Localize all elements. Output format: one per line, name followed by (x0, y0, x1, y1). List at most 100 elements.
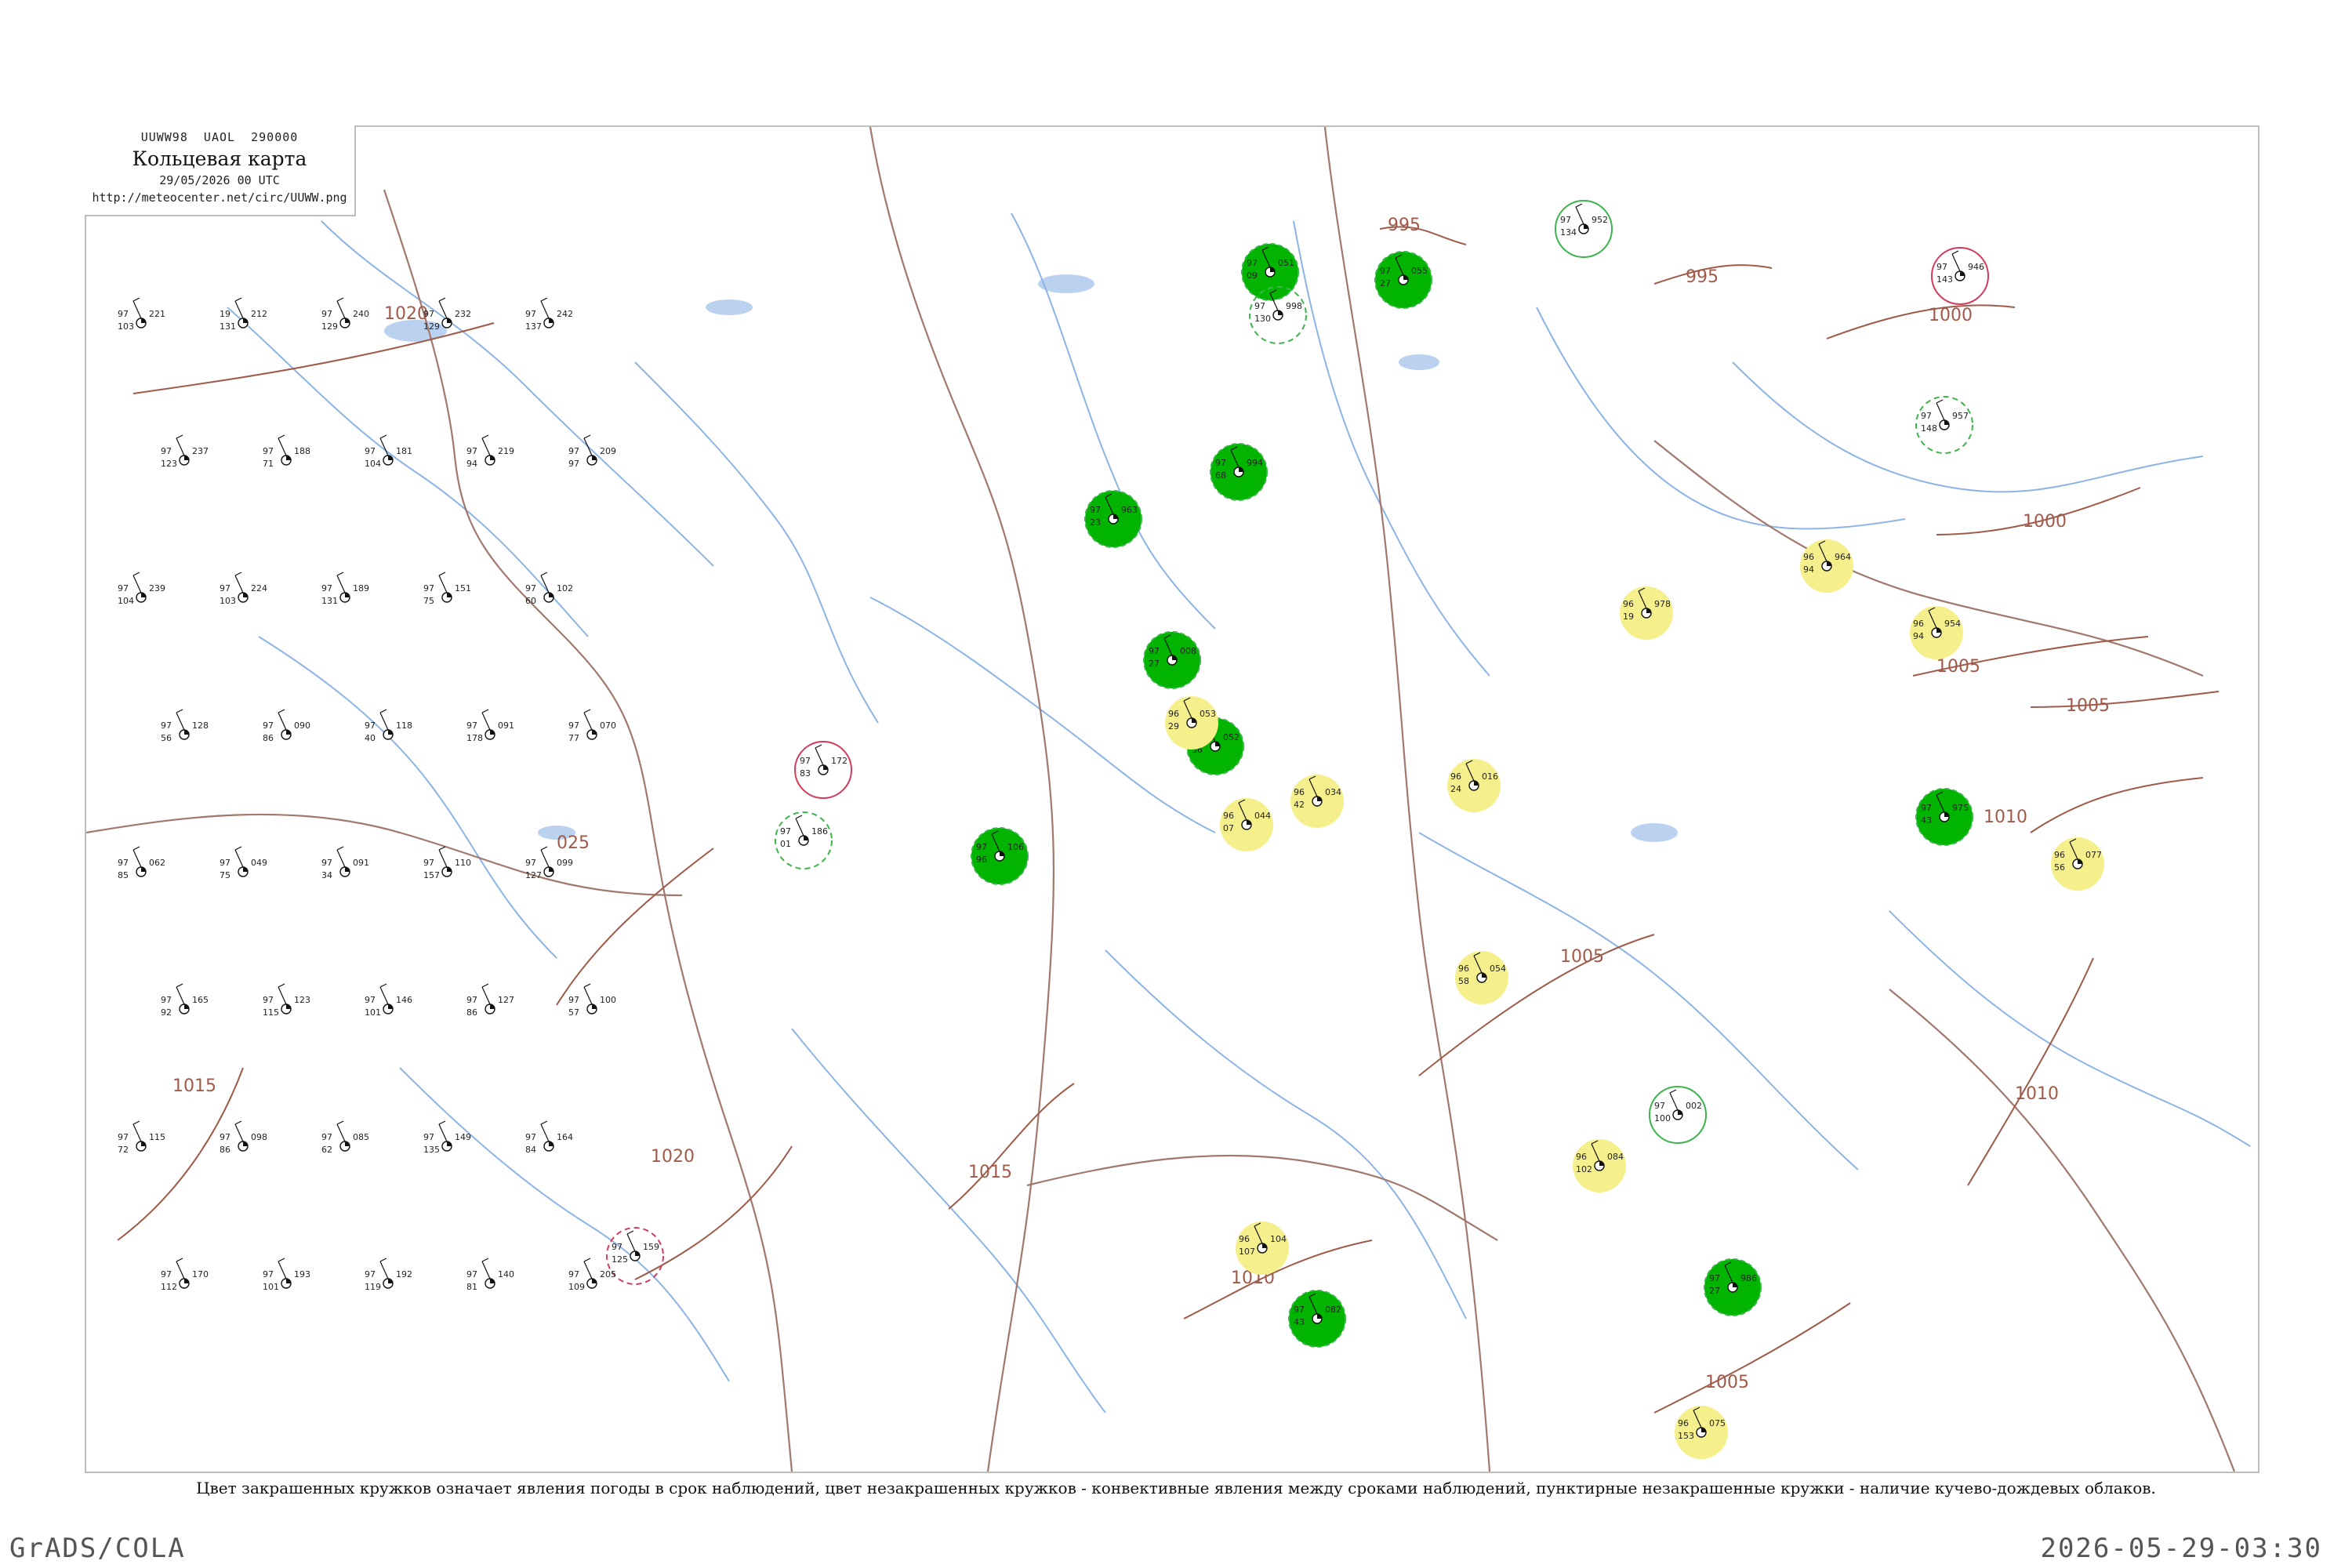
lake-3 (1399, 354, 1439, 370)
station-plain-27: 146 97 101 (365, 983, 412, 1018)
wind-barb-icon (1669, 1092, 1679, 1111)
station-value-upper: 97 (365, 720, 376, 731)
station-value-upper: 97 (1247, 258, 1258, 268)
wind-barb-feather-icon (795, 815, 803, 819)
stations-layer: 051 97 09 055 97 27 994 97 68 963 97 23 008 97 27 052 97… (118, 200, 2104, 1459)
station-yellow-6: 978 96 19 (1620, 586, 1673, 640)
wind-barb-icon (379, 986, 389, 1005)
station-value-upper: 97 (161, 995, 172, 1005)
station-plain-12: 189 97 131 (321, 572, 369, 606)
station-green-9: 975 97 43 (1915, 788, 1973, 846)
isobar-label: 1005 (1936, 657, 1980, 677)
wind-barb-icon (132, 849, 142, 868)
station-plain-34: 164 97 84 (525, 1120, 573, 1155)
station-value-upper: 97 (118, 858, 129, 868)
river-6 (1732, 361, 2204, 493)
station-yellow-0: 053 96 29 (1165, 696, 1218, 750)
wind-barb-feather-icon (336, 297, 344, 302)
station-value-lower: 72 (118, 1145, 129, 1155)
station-value-upper: 97 (263, 720, 274, 731)
station-value-lower: 178 (466, 733, 483, 743)
station-pressure: 952 (1592, 215, 1608, 225)
station-value-upper: 96 (1576, 1152, 1587, 1162)
station-plain-30: 115 97 72 (118, 1120, 165, 1155)
border-0 (383, 189, 793, 1472)
lake-4 (1631, 823, 1678, 842)
cloud-cover-icon (549, 867, 554, 872)
wind-barb-feather-icon (815, 744, 822, 749)
station-pressure: 118 (396, 720, 412, 731)
station-pressure: 127 (498, 995, 514, 1005)
wind-barb-icon (176, 712, 185, 731)
station-pressure: 192 (396, 1269, 412, 1279)
station-pressure: 055 (1411, 266, 1428, 276)
station-value-upper: 96 (1450, 771, 1461, 782)
station-pressure: 189 (353, 583, 369, 593)
station-plain-9: 209 97 97 (568, 434, 616, 469)
cloud-cover-icon (141, 867, 146, 872)
wind-barb-feather-icon (379, 434, 387, 439)
station-pressure: 084 (1607, 1152, 1624, 1162)
source-url[interactable]: http://meteocenter.net/circ/UUWW.png (85, 191, 354, 205)
cloud-cover-icon (635, 1251, 640, 1256)
station-pressure: 102 (557, 583, 573, 593)
station-value-upper: 97 (466, 720, 477, 731)
station-plain-23: 110 97 157 (423, 846, 471, 880)
station-pressure: 085 (353, 1132, 369, 1142)
station-pressure: 099 (557, 858, 573, 868)
station-value-lower: 135 (423, 1145, 440, 1155)
station-yellow-8: 084 96 102 (1573, 1139, 1626, 1192)
station-pressure: 140 (498, 1269, 514, 1279)
station-value-upper: 97 (1560, 215, 1571, 225)
station-pressure: 957 (1952, 411, 1969, 421)
station-plain-10: 239 97 104 (118, 572, 165, 606)
isobar-label: 025 (557, 833, 590, 853)
station-value-lower: 104 (365, 459, 381, 469)
station-value-upper: 97 (263, 446, 274, 456)
station-value-upper: 97 (780, 826, 791, 837)
border-1 (869, 127, 1055, 1472)
cloud-cover-icon (592, 1279, 597, 1283)
wind-barb-icon (583, 712, 593, 731)
wind-barb-icon (626, 1233, 636, 1252)
wind-barb-feather-icon (379, 983, 387, 988)
wind-barb-icon (481, 437, 491, 456)
cloud-cover-icon (141, 318, 146, 323)
station-value-upper: 97 (1709, 1273, 1720, 1283)
station-plain-8: 219 97 94 (466, 434, 514, 469)
station-value-lower: 127 (525, 870, 542, 880)
station-pressure: 170 (192, 1269, 209, 1279)
wind-barb-feather-icon (481, 434, 489, 439)
wind-barb-feather-icon (132, 297, 140, 302)
station-value-lower: 56 (161, 733, 172, 743)
station-pressure: 051 (1278, 258, 1294, 268)
wind-barb-icon (540, 849, 550, 868)
station-value-lower: 125 (612, 1254, 628, 1265)
wind-barb-feather-icon (583, 983, 591, 988)
wind-barb-icon (379, 1261, 389, 1279)
station-pressure: 975 (1952, 803, 1969, 813)
isobar-1005-line (1653, 1302, 1851, 1414)
station-value-upper: 97 (466, 446, 477, 456)
station-pressure: 205 (600, 1269, 616, 1279)
wind-barb-feather-icon (132, 846, 140, 851)
station-pressure: 239 (149, 583, 165, 593)
station-value-lower: 103 (118, 321, 134, 332)
station-value-upper: 97 (263, 995, 274, 1005)
map-caption: Цвет закрашенных кружков означает явлени… (196, 1479, 2156, 1497)
cloud-cover-icon (447, 593, 452, 597)
station-pressure: 964 (1835, 552, 1851, 562)
station-pressure: 110 (455, 858, 471, 868)
wind-barb-icon (540, 300, 550, 319)
station-value-upper: 96 (1458, 964, 1469, 974)
cloud-cover-icon (243, 1142, 248, 1146)
isobar-label: 1005 (2066, 696, 2110, 716)
station-green-1: 055 97 27 (1374, 251, 1432, 309)
station-pressure: 186 (811, 826, 828, 837)
cloud-cover-icon (490, 1279, 495, 1283)
wind-barb-icon (278, 712, 287, 731)
station-pressure: 998 (1286, 301, 1302, 311)
isobar-label: 1020 (384, 304, 428, 324)
station-pressure: 994 (1247, 458, 1263, 468)
station-plain-39: 205 97 109 (568, 1258, 616, 1292)
